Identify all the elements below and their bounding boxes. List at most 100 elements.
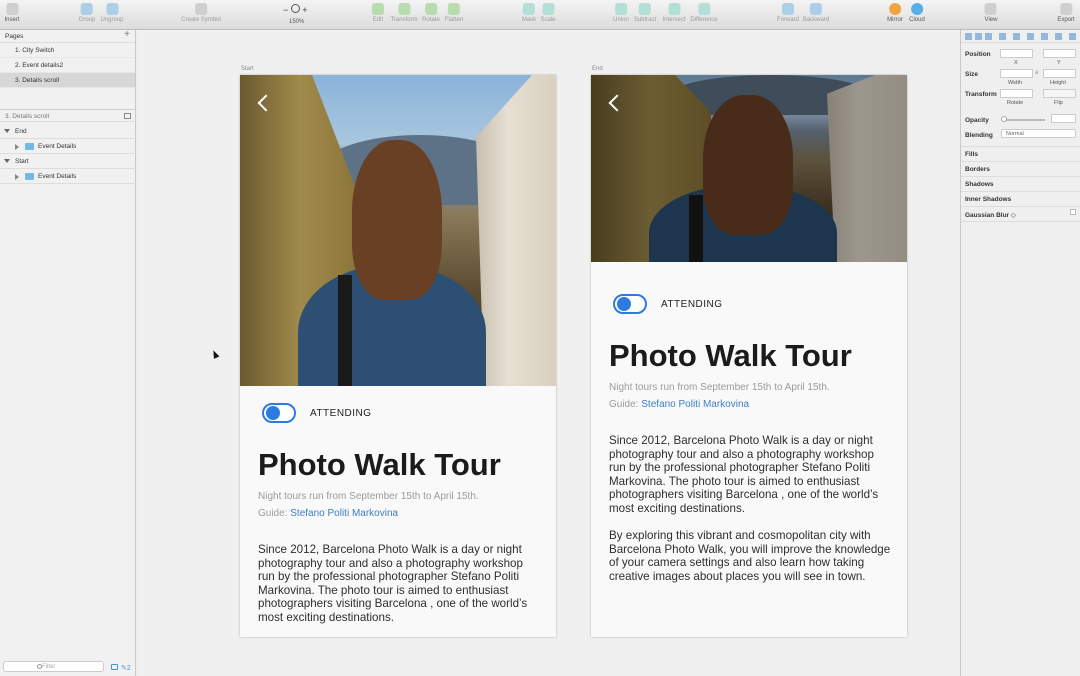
rotate-field[interactable] (1000, 89, 1033, 98)
disclosure-open-icon[interactable] (4, 129, 10, 133)
event-title: Photo Walk Tour (609, 338, 852, 373)
magnifier-icon[interactable] (290, 4, 300, 13)
event-description: Since 2012, Barcelona Photo Walk is a da… (258, 543, 528, 624)
layer-item[interactable]: Event Details (0, 169, 136, 184)
edit-icon (372, 3, 384, 15)
disclosure-open-icon[interactable] (4, 159, 10, 163)
zoom-out-button[interactable]: − (283, 5, 288, 15)
scale-button[interactable]: Scale (540, 3, 556, 23)
event-guide: Guide: Stefano Politi Markovina (258, 508, 399, 519)
symbol-icon (195, 3, 207, 15)
opacity-slider-knob[interactable] (1001, 116, 1007, 122)
guide-link[interactable]: Stefano Politi Markovina (290, 508, 398, 519)
align-left-icon[interactable] (965, 33, 972, 40)
rotate-button[interactable]: Rotate (422, 3, 440, 23)
y-field[interactable] (1043, 49, 1076, 58)
union-button[interactable]: Union (613, 3, 629, 23)
symbols-filter-icon[interactable] (111, 664, 118, 670)
backward-button[interactable]: Backward (803, 3, 829, 23)
layer-item[interactable]: Event Details (0, 139, 136, 154)
hero-photo (591, 75, 907, 262)
event-schedule: Night tours run from September 15th to A… (258, 491, 479, 502)
distribute-vertical-icon[interactable] (1055, 33, 1062, 40)
align-bottom-icon[interactable] (1027, 33, 1034, 40)
group-button[interactable]: Group (79, 3, 95, 23)
edit-button[interactable]: Edit (372, 3, 384, 23)
guide-link[interactable]: Stefano Politi Markovina (641, 399, 749, 410)
difference-button[interactable]: Difference (690, 3, 718, 23)
align-top-icon[interactable] (999, 33, 1006, 40)
x-field[interactable] (1000, 49, 1033, 58)
toolbar: Insert Group Ungroup Create Symbol − + 1… (0, 0, 1080, 30)
artboard-label-start[interactable]: Start (241, 66, 254, 72)
inspector-panel: Position X Y Size a Width Height Transfo… (960, 30, 1080, 676)
distribute-horizontal-icon[interactable] (1041, 33, 1048, 40)
fills-section[interactable]: Fills (961, 146, 1080, 161)
zoom-in-button[interactable]: + (302, 5, 307, 15)
subtract-button[interactable]: Subtract (634, 3, 656, 23)
view-button[interactable]: View (985, 3, 997, 23)
hero-photo (240, 75, 556, 386)
zoom-level: 150% (289, 19, 305, 25)
edit-count[interactable]: ✎2 (121, 664, 131, 672)
insert-button[interactable]: Insert (4, 3, 20, 23)
toggle-knob (617, 297, 631, 311)
gaussian-blur-section[interactable]: Gaussian Blur ◇ (961, 206, 1080, 221)
chevron-updown-icon[interactable]: ◇ (1011, 212, 1016, 219)
export-icon (1060, 3, 1072, 15)
disclosure-closed-icon[interactable] (15, 144, 19, 150)
borders-section[interactable]: Borders (961, 161, 1080, 176)
layer-group-start[interactable]: Start (0, 154, 136, 169)
height-field[interactable] (1043, 69, 1076, 78)
align-middle-icon[interactable] (1013, 33, 1020, 40)
page-item[interactable]: 1. City Switch (0, 43, 135, 58)
add-page-icon[interactable]: + (124, 29, 130, 40)
opacity-field[interactable] (1051, 114, 1076, 123)
disclosure-closed-icon[interactable] (15, 174, 19, 180)
align-right-icon[interactable] (985, 33, 992, 40)
export-button[interactable]: Export (1057, 3, 1075, 23)
transform-icon (398, 3, 410, 15)
blending-select[interactable]: Normal (1001, 129, 1076, 138)
shadows-section[interactable]: Shadows (961, 176, 1080, 191)
artboard-start[interactable]: ATTENDING Photo Walk Tour Night tours ru… (240, 75, 556, 637)
lock-icon[interactable]: a (1035, 70, 1038, 76)
layer-group-end[interactable]: End (0, 124, 136, 139)
ungroup-icon (105, 3, 118, 15)
backpack-strap (338, 275, 352, 386)
collapse-icon[interactable] (124, 113, 131, 119)
intersect-button[interactable]: Intersect (662, 3, 686, 23)
align-center-icon[interactable] (975, 33, 982, 40)
blending-label: Blending (965, 132, 993, 139)
rotate-caption: Rotate (1007, 100, 1024, 106)
gaussian-blur-checkbox[interactable] (1070, 209, 1076, 215)
canvas[interactable]: Start ATTENDING Photo Walk Tour Night to… (137, 30, 960, 676)
flip-buttons[interactable] (1043, 89, 1076, 98)
create-symbol-button[interactable]: Create Symbol (181, 3, 221, 23)
artboard-end[interactable]: ATTENDING Photo Walk Tour Night tours ru… (591, 75, 907, 637)
layers-header: 3. Details scroll (0, 109, 136, 122)
page-item-selected[interactable]: 3. Details scroll (0, 73, 135, 88)
mirror-button[interactable]: Mirror (887, 3, 903, 23)
mask-button[interactable]: Mask (522, 3, 536, 23)
cloud-button[interactable]: Cloud (909, 3, 925, 23)
forward-button[interactable]: Forward (777, 3, 799, 23)
page-item[interactable]: 2. Event details2 (0, 58, 135, 73)
folder-icon (25, 173, 34, 180)
flip-caption: Flip (1054, 100, 1063, 106)
attending-toggle[interactable] (613, 294, 647, 314)
width-field[interactable] (1000, 69, 1033, 78)
rotate-icon (425, 3, 437, 15)
attending-label: ATTENDING (310, 408, 372, 419)
attending-toggle[interactable] (262, 403, 296, 423)
flatten-button[interactable]: Flatten (445, 3, 463, 23)
opacity-slider[interactable] (1002, 119, 1045, 121)
transform-button[interactable]: Transform (390, 3, 418, 23)
inner-shadows-section[interactable]: Inner Shadows (961, 191, 1080, 206)
ungroup-button[interactable]: Ungroup (100, 3, 124, 23)
align-extra-icon[interactable] (1069, 33, 1076, 40)
artboard-label-end[interactable]: End (592, 66, 603, 72)
size-label: Size (965, 71, 979, 78)
filter-input[interactable]: Filter (3, 661, 104, 672)
event-description: By exploring this vibrant and cosmopolit… (609, 529, 891, 583)
